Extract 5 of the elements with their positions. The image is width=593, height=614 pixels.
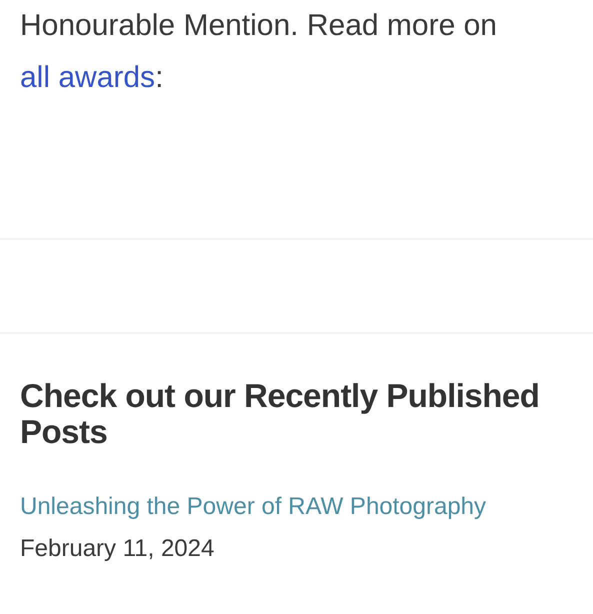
all-awards-link[interactable]: all awards	[20, 61, 156, 94]
section-heading: Check out our Recently Published Posts	[20, 378, 540, 450]
post-title-link[interactable]: Unleashing the Power of RAW Photography	[20, 492, 486, 522]
award-paragraph: Honourable Mention. Read more on all awards:	[20, 8, 498, 96]
post-date: February 11, 2024	[20, 534, 216, 564]
